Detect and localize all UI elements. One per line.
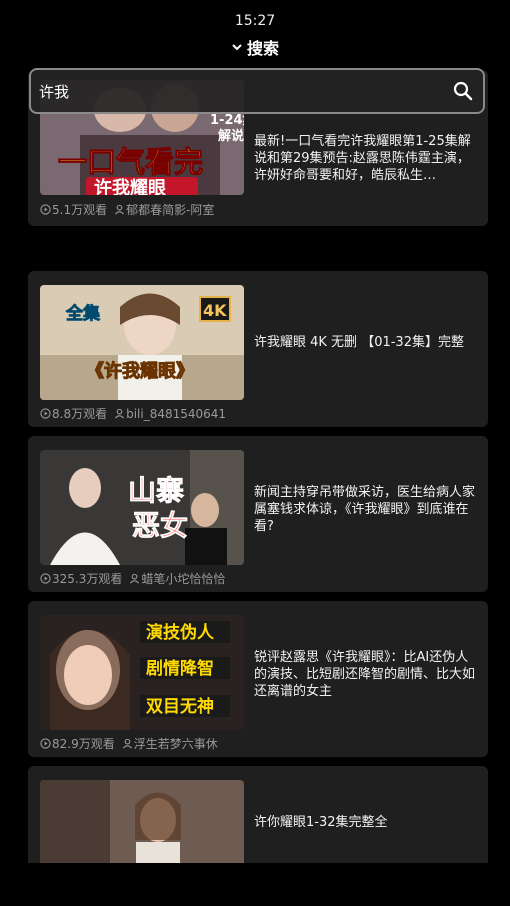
page-header[interactable]: 搜索: [0, 35, 510, 59]
search-input[interactable]: [31, 69, 443, 113]
search-box[interactable]: [29, 68, 485, 114]
thumb-label: 演技伪人: [146, 622, 215, 643]
video-meta: 82.9万观看 浮生若梦六事休: [40, 735, 218, 752]
play-count-icon: [40, 408, 51, 419]
author-name[interactable]: 郁都春简影-阿室: [126, 201, 214, 218]
thumb-label: 1-24集: [210, 112, 244, 128]
thumb-label: 山寨: [128, 474, 184, 507]
author-icon: [130, 573, 140, 584]
video-card[interactable]: 山寨 恶女 新闻主持穿吊带做采访，医生给病人家属塞钱求体谅，《许我耀眼》到底谁在…: [28, 436, 488, 592]
video-result-list[interactable]: 1-24集 解说 一口气看完 许我耀眼 最新!一口气看完许我耀眼第1-25集解说…: [28, 70, 488, 863]
video-thumbnail[interactable]: [40, 780, 244, 863]
play-count-icon: [40, 738, 51, 749]
thumb-label: 一口气看完: [58, 145, 203, 179]
bottom-area: [0, 864, 510, 906]
play-count-icon: [40, 204, 51, 215]
chevron-down-icon[interactable]: [231, 41, 243, 53]
page-title: 搜索: [246, 39, 279, 58]
thumb-label: 全集: [65, 303, 101, 324]
search-button[interactable]: [443, 71, 483, 111]
thumb-label: 许我耀眼: [94, 177, 166, 195]
view-count: 82.9万观看: [52, 737, 115, 751]
video-card[interactable]: 全集 4K 《许我耀眼》 许我耀眼 4K 无删 【01-32集】完整 8.8万观…: [28, 271, 488, 427]
author-name[interactable]: 蜡笔小坨恰恰恰: [141, 570, 225, 587]
thumb-label: 《许我耀眼》: [86, 360, 194, 382]
video-thumbnail[interactable]: 全集 4K 《许我耀眼》: [40, 285, 244, 400]
author-icon: [115, 408, 125, 419]
author-icon: [122, 738, 132, 749]
view-count: 8.8万观看: [52, 407, 108, 421]
video-card[interactable]: 许你耀眼1-32集完整全: [28, 766, 488, 863]
author-icon: [115, 204, 125, 215]
video-meta: 8.8万观看 bili_8481540641: [40, 405, 226, 422]
status-bar-time: 15:27: [234, 13, 276, 29]
search-icon: [453, 81, 473, 101]
video-meta: 325.3万观看 蜡笔小坨恰恰恰: [40, 570, 225, 587]
thumb-label: 恶女: [132, 509, 188, 542]
video-title[interactable]: 许你耀眼1-32集完整全: [254, 814, 476, 831]
video-title[interactable]: 锐评赵露思《许我耀眼》：比AI还伪人的演技、比短剧还降智的剧情、比大如还离谱的女…: [254, 649, 476, 700]
thumb-label: 4K: [203, 301, 227, 320]
video-thumbnail[interactable]: 山寨 恶女: [40, 450, 244, 565]
author-name[interactable]: bili_8481540641: [126, 407, 226, 421]
play-count-icon: [40, 573, 51, 584]
video-title[interactable]: 新闻主持穿吊带做采访，医生给病人家属塞钱求体谅，《许我耀眼》到底谁在看?: [254, 484, 476, 535]
video-title[interactable]: 最新!一口气看完许我耀眼第1-25集解说和第29集预告:赵露思陈伟霆主演，许妍好…: [254, 133, 476, 184]
author-name[interactable]: 浮生若梦六事休: [134, 735, 218, 752]
video-title[interactable]: 许我耀眼 4K 无删 【01-32集】完整: [254, 334, 476, 351]
thumb-label: 双目无神: [146, 696, 214, 717]
video-card[interactable]: 演技伪人 剧情降智 双目无神 锐评赵露思《许我耀眼》：比AI还伪人的演技、比短剧…: [28, 601, 488, 757]
view-count: 325.3万观看: [52, 572, 123, 586]
video-thumbnail[interactable]: 演技伪人 剧情降智 双目无神: [40, 615, 244, 730]
thumb-label: 剧情降智: [146, 658, 214, 679]
video-meta: 5.1万观看 郁都春简影-阿室: [40, 201, 214, 218]
thumb-label: 解说: [217, 128, 244, 144]
view-count: 5.1万观看: [52, 203, 108, 217]
